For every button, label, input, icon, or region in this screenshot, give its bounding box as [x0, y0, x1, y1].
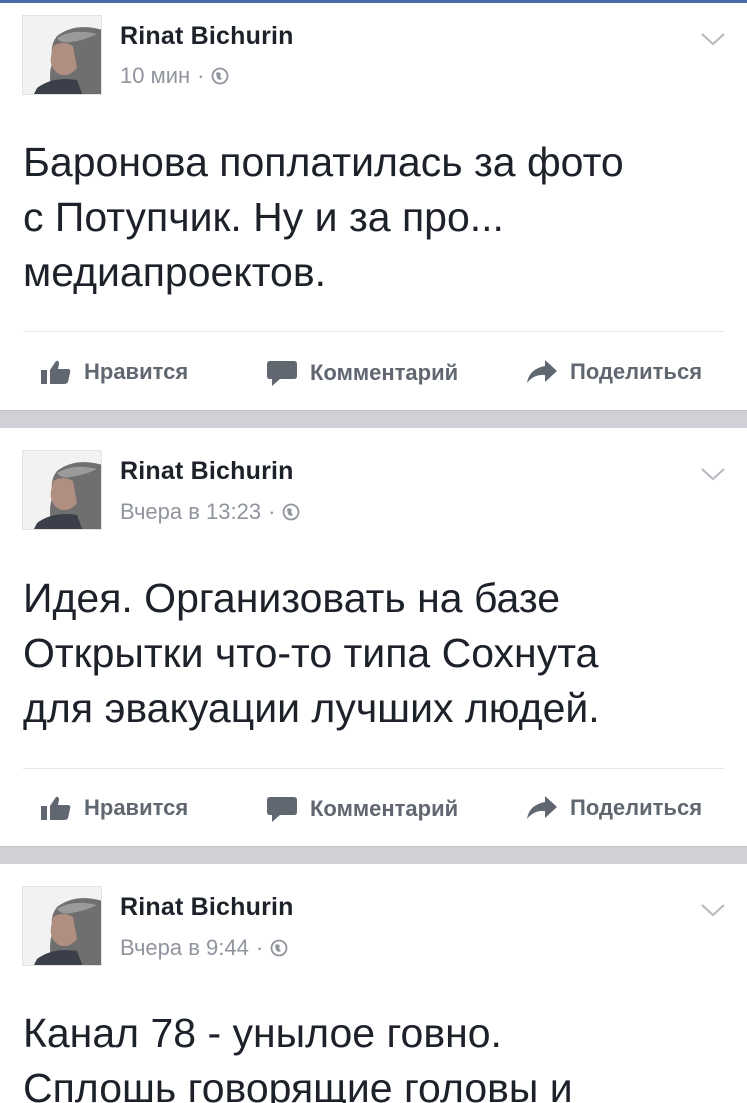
post-author[interactable]: Rinat Bichurin [120, 893, 294, 922]
post-meta: 10 мин · [120, 63, 229, 89]
meta-separator: · [268, 499, 276, 524]
post-time[interactable]: Вчера в 13:23 [120, 499, 261, 525]
thumbs-up-icon [41, 360, 71, 384]
like-label: Нравится [84, 359, 189, 384]
like-label: Нравится [84, 795, 189, 820]
post-card: Rinat Bichurin 10 мин · Баронова поплати… [0, 3, 747, 410]
avatar[interactable] [22, 886, 102, 966]
chevron-down-icon[interactable] [700, 466, 726, 482]
comment-label: Комментарий [310, 360, 459, 385]
post-text: Канал 78 - унылое говно. Сплошь говорящи… [23, 1010, 573, 1103]
meta-separator: · [255, 935, 264, 960]
avatar[interactable] [22, 450, 102, 530]
post-card: Rinat Bichurin Вчера в 13:23 · Идея. Орг… [0, 428, 747, 846]
comment-bubble-icon [267, 361, 297, 386]
like-button[interactable]: Нравится [40, 795, 188, 821]
comment-button[interactable]: Комментарий [266, 795, 458, 823]
chevron-down-icon[interactable] [700, 31, 726, 47]
post-author[interactable]: Rinat Bichurin [120, 457, 294, 486]
chevron-down-icon[interactable] [700, 902, 726, 918]
post-text: Идея. Организовать на базе Открытки что-… [23, 575, 600, 731]
post-text: Баронова поплатилась за фото с Потупчик.… [23, 139, 624, 295]
post-meta: Вчера в 13:23 · [120, 499, 300, 525]
meta-separator: · [197, 63, 205, 88]
thumbs-up-icon [41, 796, 71, 820]
post-separator [0, 846, 747, 864]
post-card: Rinat Bichurin Вчера в 9:44 · Канал 78 -… [0, 864, 747, 1103]
globe-icon [212, 67, 229, 85]
globe-icon [283, 503, 300, 521]
avatar[interactable] [22, 15, 102, 95]
comment-label: Комментарий [310, 796, 459, 821]
divider [23, 331, 724, 332]
share-arrow-icon [527, 360, 557, 383]
globe-icon [270, 939, 288, 957]
share-button[interactable]: Поделиться [526, 795, 702, 821]
share-button[interactable]: Поделиться [526, 359, 702, 385]
post-author[interactable]: Rinat Bichurin [120, 22, 294, 51]
share-label: Поделиться [570, 795, 703, 820]
share-arrow-icon [527, 796, 557, 819]
post-time[interactable]: 10 мин [120, 63, 190, 89]
post-meta: Вчера в 9:44 · [120, 935, 288, 961]
like-button[interactable]: Нравится [40, 359, 188, 385]
share-label: Поделиться [570, 359, 703, 384]
divider [23, 768, 724, 769]
post-time[interactable]: Вчера в 9:44 [120, 935, 249, 961]
comment-button[interactable]: Комментарий [266, 359, 458, 387]
comment-bubble-icon [267, 797, 297, 822]
post-separator [0, 410, 747, 428]
